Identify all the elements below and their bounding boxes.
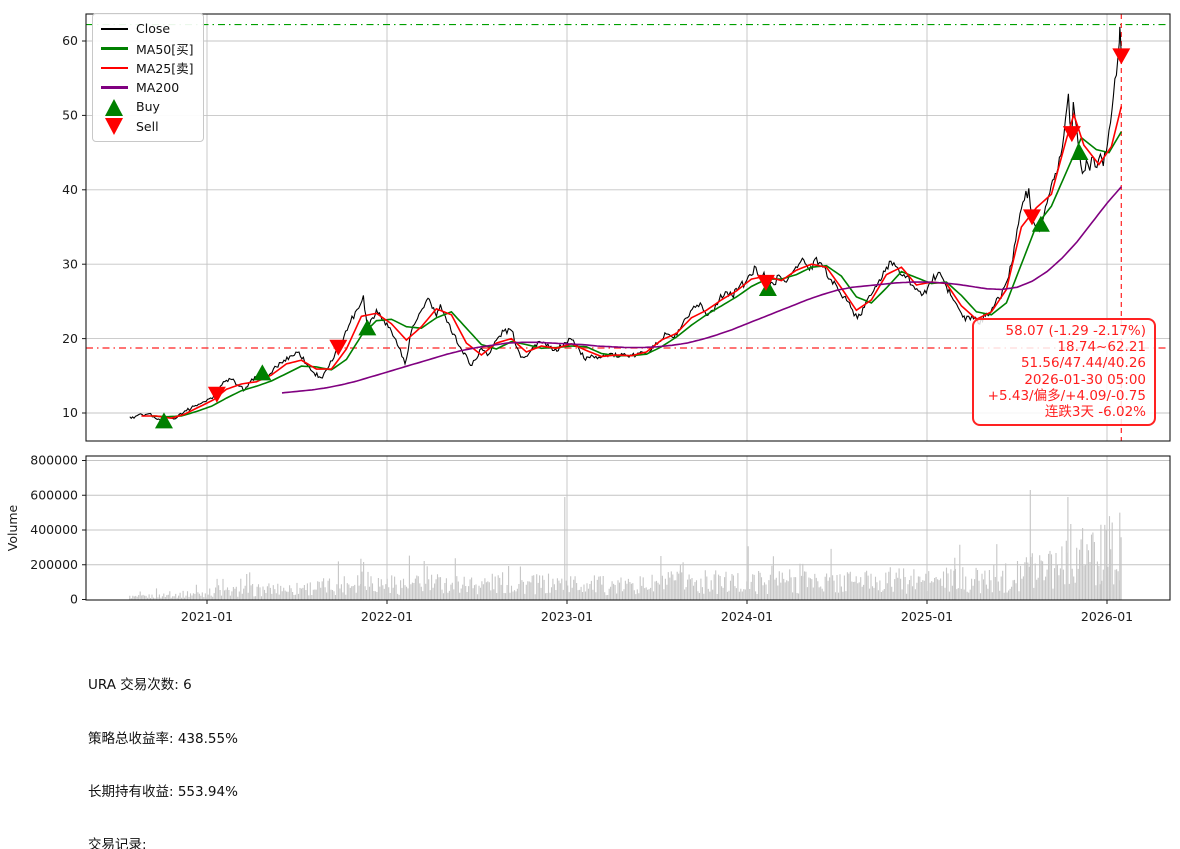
legend-label: MA25[卖] — [136, 61, 194, 77]
legend-label: MA200 — [136, 79, 180, 95]
y-axis-label: 50 — [62, 108, 78, 123]
buy-triangle-icon — [101, 98, 128, 116]
stock-strategy-figure: 10 20 30 40 50 60 0 200000 400000 600000 800000 202… — [0, 0, 1180, 849]
volume-panel-frame — [85, 455, 1171, 601]
legend-item-buy: Buy — [101, 97, 194, 117]
y-axis-label: 60 — [62, 33, 78, 48]
sell-triangle-icon — [101, 118, 128, 136]
volume-axis-label: 400000 — [30, 522, 78, 537]
annotation-line-6: 连跌3天 -6.02% — [1044, 404, 1146, 421]
annotation-line-2: 18.74~62.21 — [1057, 339, 1146, 356]
stat-buy-hold-return: 长期持有收益: 553.94% — [88, 783, 238, 800]
x-axis-label: 2022-01 — [361, 609, 413, 624]
annotation-line-3: 51.56/47.44/40.26 — [1020, 355, 1146, 372]
legend-item-sell: Sell — [101, 117, 194, 137]
sell-marker — [1112, 48, 1131, 65]
volume-axis-label: 600000 — [30, 487, 78, 502]
buy-marker — [154, 412, 173, 429]
buy-marker — [253, 364, 272, 381]
legend-line-swatch — [101, 60, 128, 76]
stat-trade-log-title: 交易记录: — [88, 836, 147, 849]
stats-block: URA 交易次数: 6 策略总收益率: 438.55% 长期持有收益: 553.… — [88, 642, 525, 849]
x-axis-label: 2024-01 — [721, 609, 773, 624]
legend-line-swatch — [101, 40, 128, 56]
legend-line-swatch — [101, 21, 128, 37]
x-axis-label: 2023-01 — [541, 609, 593, 624]
stat-trade-count: URA 交易次数: 6 — [88, 677, 192, 694]
legend-item-ma25: MA25[卖] — [101, 58, 194, 78]
x-axis-label: 2025-01 — [901, 609, 953, 624]
legend-item-close: Close — [101, 19, 194, 39]
legend-label: Sell — [136, 118, 159, 134]
x-axis-label: 2021-01 — [181, 609, 233, 624]
annotation-box: 58.07 (-1.29 -2.17%) 18.74~62.21 51.56/47.… — [972, 318, 1156, 427]
volume-axis-label: 200000 — [30, 557, 78, 572]
annotation-line-4: 2026-01-30 05:00 — [1024, 371, 1146, 388]
legend-label: Close — [136, 21, 171, 37]
annotation-line-5: +5.43/偏多/+4.09/-0.75 — [987, 387, 1146, 404]
legend-item-ma50: MA50[买] — [101, 39, 194, 59]
volume-axis-title: Volume — [5, 504, 20, 551]
y-axis-label: 40 — [62, 182, 78, 197]
volume-axis-label: 0 — [70, 592, 78, 607]
buy-marker — [358, 319, 377, 336]
volume-axis-label: 800000 — [30, 453, 78, 468]
y-axis-label: 10 — [62, 405, 78, 420]
stat-strategy-return: 策略总收益率: 438.55% — [88, 730, 238, 747]
annotation-line-1: 58.07 (-1.29 -2.17%) — [1005, 323, 1146, 339]
legend-line-swatch — [101, 79, 128, 95]
legend-item-ma200: MA200 — [101, 78, 194, 98]
x-axis-label: 2026-01 — [1081, 609, 1133, 624]
y-axis-label: 20 — [62, 331, 78, 346]
legend: Close MA50[买] MA25[卖] MA200 Buy Sell — [92, 13, 204, 142]
legend-label: MA50[买] — [136, 41, 194, 57]
legend-label: Buy — [136, 99, 160, 115]
y-axis-label: 30 — [62, 256, 78, 271]
volume-bars — [129, 490, 1122, 600]
